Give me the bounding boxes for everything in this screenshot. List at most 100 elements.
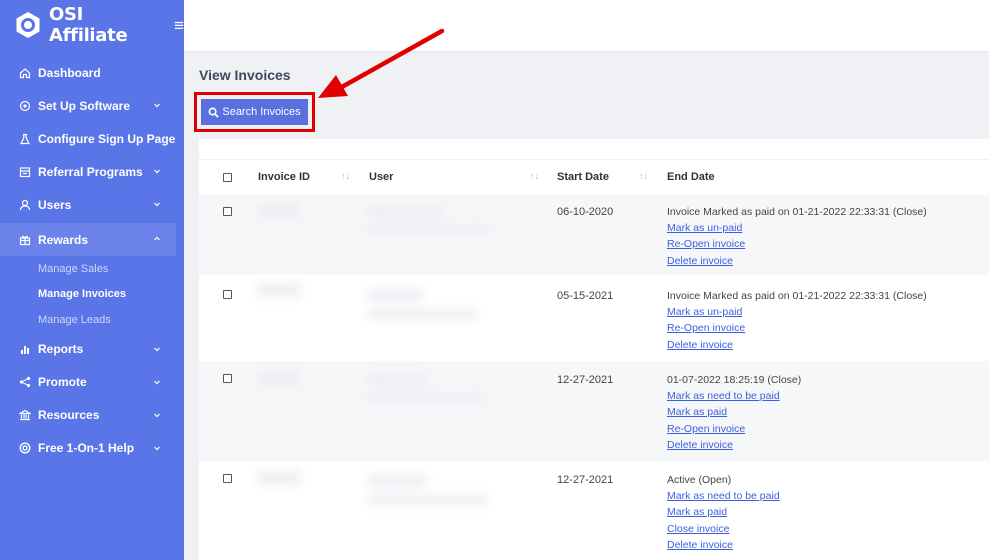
user-redacted — [367, 475, 427, 487]
select-all-checkbox[interactable] — [223, 173, 232, 182]
sidebar-item-free-help[interactable]: Free 1-On-1 Help — [0, 432, 184, 465]
sidebar-item-label: Users — [38, 197, 72, 212]
row-checkbox[interactable] — [223, 474, 232, 483]
settings-icon — [18, 99, 32, 113]
chevron-down-icon — [154, 446, 160, 450]
chevron-down-icon — [154, 347, 160, 351]
user-icon — [18, 198, 32, 212]
sidebar-item-dashboard[interactable]: Dashboard — [0, 56, 184, 89]
reopen-invoice-link[interactable]: Re-Open invoice — [667, 320, 927, 336]
user-redacted — [367, 373, 427, 385]
invoice-status: Active (Open) — [667, 474, 732, 486]
topbar — [184, 0, 989, 51]
table-row: 06-10-2020 Invoice Marked as paid on 01-… — [199, 195, 989, 275]
sidebar-nav: Dashboard Set Up Software Configure Sign… — [0, 56, 184, 465]
mark-unpaid-link[interactable]: Mark as un-paid — [667, 304, 927, 320]
user-redacted — [367, 309, 477, 319]
end-date-cell: Invoice Marked as paid on 01-21-2022 22:… — [667, 204, 927, 269]
sort-icon[interactable]: ↑↓ — [341, 171, 350, 181]
column-header-start-date[interactable]: Start Date — [557, 171, 609, 183]
search-invoices-button[interactable]: Search Invoices — [201, 99, 308, 125]
menu-toggle-icon[interactable]: ≡ — [174, 17, 184, 34]
user-redacted — [367, 205, 443, 217]
brand-name: OSI Affiliate — [49, 4, 128, 46]
sidebar-item-users[interactable]: Users — [0, 188, 184, 221]
delete-invoice-link[interactable]: Delete invoice — [667, 337, 927, 353]
sidebar-item-label: Resources — [38, 408, 100, 422]
flask-icon — [18, 132, 32, 146]
sidebar-item-set-up-software[interactable]: Set Up Software — [0, 89, 184, 122]
mark-paid-link[interactable]: Mark as paid — [667, 404, 801, 420]
sidebar-item-resources[interactable]: Resources — [0, 399, 184, 432]
sidebar-item-label: Promote — [38, 375, 87, 389]
annotation-arrow — [318, 28, 445, 98]
search-icon — [208, 107, 220, 118]
submenu-item-manage-leads[interactable]: Manage Leads — [38, 307, 184, 333]
sidebar-item-label: Set Up Software — [38, 98, 131, 113]
submenu-item-manage-invoices[interactable]: Manage Invoices — [38, 282, 184, 308]
chevron-down-icon — [154, 380, 160, 384]
mark-need-paid-link[interactable]: Mark as need to be paid — [667, 488, 780, 504]
bar-chart-icon — [18, 342, 32, 356]
invoices-table: Invoice ID ↑↓ User ↑↓ Start Date ↑↓ End … — [199, 139, 989, 560]
chevron-down-icon — [154, 202, 160, 207]
table-header: Invoice ID ↑↓ User ↑↓ Start Date ↑↓ End … — [199, 159, 989, 195]
reopen-invoice-link[interactable]: Re-Open invoice — [667, 421, 801, 437]
user-redacted — [367, 495, 487, 505]
row-checkbox[interactable] — [223, 374, 232, 383]
page-title: View Invoices — [199, 67, 291, 83]
start-date: 05-15-2021 — [557, 290, 614, 302]
chevron-up-icon — [154, 236, 160, 241]
end-date-cell: Active (Open) Mark as need to be paid Ma… — [667, 472, 780, 553]
box-icon — [18, 165, 32, 179]
sidebar-item-label: Free 1-On-1 Help — [38, 441, 135, 455]
table-row: 12-27-2021 01-07-2022 18:25:19 (Close) M… — [199, 361, 989, 461]
delete-invoice-link[interactable]: Delete invoice — [667, 253, 927, 269]
sidebar-item-referral-programs[interactable]: Referral Programs — [0, 155, 184, 188]
user-redacted — [367, 289, 423, 301]
sidebar-item-promote[interactable]: Promote — [0, 366, 184, 399]
sidebar-item-label: Configure Sign Up Page — [38, 131, 176, 146]
end-date-cell: Invoice Marked as paid on 01-21-2022 22:… — [667, 288, 927, 353]
start-date: 12-27-2021 — [557, 474, 614, 486]
sidebar-item-rewards[interactable]: Rewards — [0, 223, 176, 256]
lifebuoy-icon — [18, 441, 32, 455]
sidebar-item-label: Dashboard — [38, 65, 101, 80]
invoice-status: Invoice Marked as paid on 01-21-2022 22:… — [667, 206, 927, 218]
sidebar-item-reports[interactable]: Reports — [0, 333, 184, 366]
start-date: 06-10-2020 — [557, 206, 614, 218]
rewards-submenu: Manage Sales Manage Invoices Manage Lead… — [0, 256, 184, 333]
mark-need-paid-link[interactable]: Mark as need to be paid — [667, 388, 801, 404]
row-checkbox[interactable] — [223, 207, 232, 216]
end-date-cell: 01-07-2022 18:25:19 (Close) Mark as need… — [667, 372, 801, 453]
column-header-invoice-id[interactable]: Invoice ID — [258, 171, 310, 183]
mark-unpaid-link[interactable]: Mark as un-paid — [667, 220, 927, 236]
chevron-down-icon — [154, 103, 160, 108]
sort-icon[interactable]: ↑↓ — [639, 171, 648, 181]
column-header-end-date[interactable]: End Date — [667, 171, 715, 183]
sidebar-item-configure-sign-up[interactable]: Configure Sign Up Page — [0, 122, 184, 155]
mark-paid-link[interactable]: Mark as paid — [667, 504, 780, 520]
delete-invoice-link[interactable]: Delete invoice — [667, 437, 801, 453]
share-icon — [18, 375, 32, 389]
column-header-user[interactable]: User — [369, 171, 393, 183]
table-row: 12-27-2021 Active (Open) Mark as need to… — [199, 461, 989, 560]
sort-icon[interactable]: ↑↓ — [530, 171, 539, 181]
submenu-item-manage-sales[interactable]: Manage Sales — [38, 256, 184, 282]
invoice-id-redacted — [257, 283, 301, 297]
reopen-invoice-link[interactable]: Re-Open invoice — [667, 236, 927, 252]
sidebar-item-label: Reports — [38, 342, 84, 356]
user-redacted — [367, 393, 487, 403]
sidebar-item-label: Referral Programs — [38, 164, 143, 179]
invoice-status: Invoice Marked as paid on 01-21-2022 22:… — [667, 290, 927, 302]
brand[interactable]: OSI Affiliate ≡ — [0, 0, 184, 50]
close-invoice-link[interactable]: Close invoice — [667, 521, 780, 537]
bank-icon — [18, 408, 32, 422]
delete-invoice-link[interactable]: Delete invoice — [667, 537, 780, 553]
logo-icon — [14, 11, 42, 39]
invoice-id-redacted — [257, 471, 301, 485]
chevron-down-icon — [154, 413, 160, 417]
search-invoices-label: Search Invoices — [222, 106, 301, 118]
invoice-id-redacted — [257, 203, 301, 217]
row-checkbox[interactable] — [223, 290, 232, 299]
